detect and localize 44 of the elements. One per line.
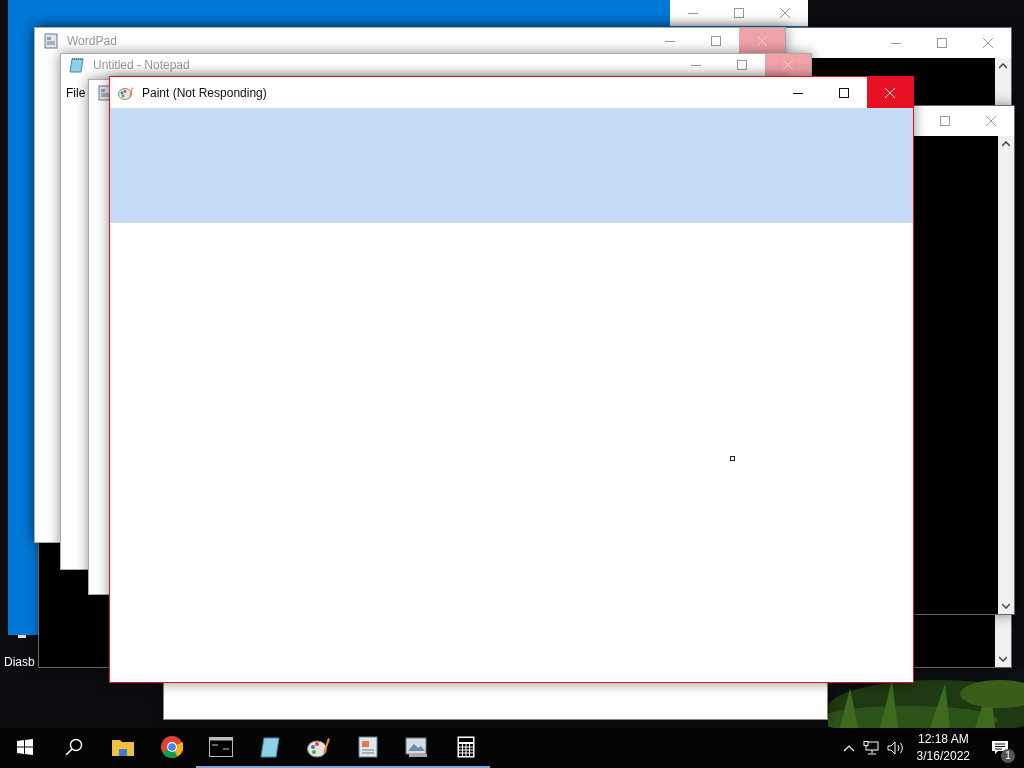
notification-button[interactable]: 1 (982, 733, 1018, 763)
document-icon (43, 32, 59, 49)
folder-icon (111, 738, 134, 756)
desktop-icon-label: Diasb (4, 654, 35, 671)
maximize-icon (839, 87, 849, 98)
maximize-icon (940, 116, 950, 126)
chevron-down-icon (1002, 603, 1010, 609)
browser-logo-icon (160, 736, 183, 758)
notepad-icon (258, 736, 281, 758)
small-square-icon (730, 456, 735, 461)
clock[interactable]: 12:18 AM 3/16/2022 (912, 731, 974, 765)
close-icon (780, 8, 790, 18)
palette-icon (306, 736, 331, 758)
notepad-icon (69, 57, 85, 73)
windows-logo-icon (16, 739, 33, 755)
menu-item[interactable]: File (66, 84, 86, 102)
close-icon (783, 60, 793, 70)
chevron-down-icon (999, 656, 1007, 662)
window-title: WordPad (67, 32, 117, 50)
chevron-up-icon (999, 63, 1007, 69)
maximize-icon (737, 60, 747, 70)
close-icon (757, 35, 767, 46)
chevron-up-icon (1002, 141, 1010, 147)
close-icon (885, 87, 895, 98)
chevron-up-icon[interactable] (842, 744, 855, 752)
close-icon (986, 116, 996, 126)
window-title: Paint (Not Responding) (142, 84, 267, 102)
calculator-icon (456, 736, 475, 758)
terminal-icon (208, 737, 233, 757)
message-icon (992, 741, 1008, 755)
photo-viewer-icon (404, 736, 429, 758)
notification-badge: 1 (1001, 749, 1015, 763)
document-icon (357, 736, 378, 758)
maximize-icon (711, 35, 721, 46)
date-text: 3/16/2022 (916, 748, 970, 765)
search-icon (64, 738, 83, 756)
time-text: 12:18 AM (917, 731, 969, 748)
speaker-icon[interactable] (886, 741, 905, 755)
maximize-icon (937, 38, 947, 48)
palette-icon (118, 84, 134, 101)
window-title: Untitled - Notepad (93, 57, 190, 74)
maximize-icon (734, 8, 744, 18)
network-icon[interactable] (862, 741, 879, 755)
close-icon (983, 38, 993, 48)
